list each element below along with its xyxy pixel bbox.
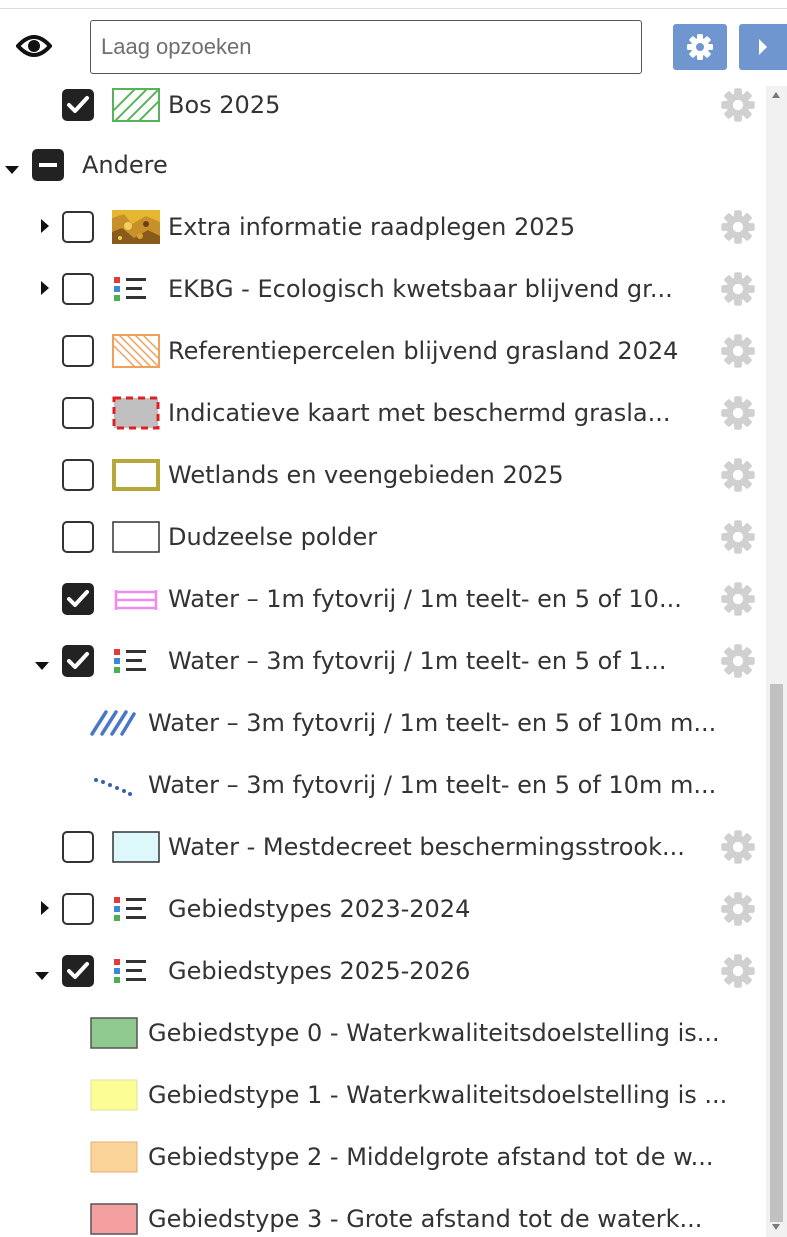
- layer-label: Andere: [82, 151, 168, 179]
- settings-button[interactable]: [673, 24, 727, 70]
- fill-yellow-icon: [90, 1078, 138, 1116]
- layer-row[interactable]: Bos 2025: [0, 74, 766, 136]
- checkbox-checked[interactable]: [62, 583, 94, 615]
- layer-row[interactable]: EKBG - Ecologisch kwetsbaar blijvend gr.…: [0, 258, 766, 320]
- search-input[interactable]: [90, 20, 642, 74]
- layer-row[interactable]: Andere: [0, 134, 766, 196]
- caret-down-icon[interactable]: [34, 656, 50, 675]
- layer-label: Extra informatie raadplegen 2025: [168, 213, 576, 241]
- layer-row[interactable]: Water - Mestdecreet beschermingsstrook..…: [0, 816, 766, 878]
- light-cyan-fill-icon: [112, 830, 160, 868]
- gear-icon[interactable]: [720, 643, 756, 679]
- fill-orange-icon: [90, 1140, 138, 1178]
- checkbox[interactable]: [62, 397, 94, 429]
- dashed-red-grey-icon: [112, 396, 160, 434]
- layer-row[interactable]: Dudzeelse polder: [0, 506, 766, 568]
- legend-list-icon: [112, 892, 160, 930]
- gear-icon[interactable]: [720, 209, 756, 245]
- checkbox[interactable]: [62, 521, 94, 553]
- layer-label: Water – 3m fytovrij / 1m teelt- en 5 of …: [168, 647, 667, 675]
- caret-right-icon[interactable]: [40, 900, 50, 920]
- legend-list-icon: [112, 954, 160, 992]
- layer-label: Indicatieve kaart met beschermd grasla..…: [168, 399, 671, 427]
- scroll-down-icon[interactable]: [772, 1224, 780, 1230]
- checkbox[interactable]: [62, 893, 94, 925]
- layer-label: Gebiedstype 0 - Waterkwaliteitsdoelstell…: [148, 1019, 720, 1047]
- chevron-right-icon: [759, 39, 767, 55]
- checkbox-indeterminate[interactable]: [32, 149, 64, 181]
- layer-label: Gebiedstypes 2025-2026: [168, 957, 471, 985]
- layer-row[interactable]: Water – 1m fytovrij / 1m teelt- en 5 of …: [0, 568, 766, 630]
- layer-label: Gebiedstype 3 - Grote afstand tot de wat…: [148, 1205, 703, 1233]
- gear-icon[interactable]: [720, 581, 756, 617]
- layer-row[interactable]: Gebiedstype 2 - Middelgrote afstand tot …: [0, 1126, 766, 1188]
- legend-list-icon: [112, 644, 160, 682]
- layer-label: Water - Mestdecreet beschermingsstrook..…: [168, 833, 685, 861]
- layer-row[interactable]: Water – 3m fytovrij / 1m teelt- en 5 of …: [0, 692, 766, 754]
- checkbox[interactable]: [62, 831, 94, 863]
- pink-lines-icon: [112, 582, 160, 620]
- hatch-orange-icon: [112, 334, 160, 372]
- layer-label: Wetlands en veengebieden 2025: [168, 461, 564, 489]
- layer-row[interactable]: Water – 3m fytovrij / 1m teelt- en 5 of …: [0, 754, 766, 816]
- layer-row[interactable]: Gebiedstype 1 - Waterkwaliteitsdoelstell…: [0, 1064, 766, 1126]
- hatch-green-icon: [112, 88, 160, 126]
- layer-label: Water – 3m fytovrij / 1m teelt- en 5 of …: [148, 709, 717, 737]
- scroll-up-icon[interactable]: [772, 92, 780, 98]
- gear-icon[interactable]: [720, 519, 756, 555]
- layer-row[interactable]: Gebiedstype 3 - Grote afstand tot de wat…: [0, 1188, 766, 1237]
- gear-icon[interactable]: [720, 891, 756, 927]
- layer-label: Gebiedstype 2 - Middelgrote afstand tot …: [148, 1143, 714, 1171]
- legend-list-icon: [112, 272, 160, 310]
- layer-row[interactable]: Gebiedstypes 2025-2026: [0, 940, 766, 1002]
- layer-label: Bos 2025: [168, 91, 281, 119]
- layer-label: Referentiepercelen blijvend grasland 202…: [168, 337, 679, 365]
- checkbox[interactable]: [62, 459, 94, 491]
- black-outline-icon: [112, 520, 160, 558]
- checkbox[interactable]: [62, 273, 94, 305]
- fill-red-icon: [90, 1202, 138, 1237]
- caret-right-icon[interactable]: [40, 280, 50, 300]
- layer-label: Water – 3m fytovrij / 1m teelt- en 5 of …: [148, 771, 717, 799]
- caret-down-icon[interactable]: [4, 160, 20, 179]
- gear-icon[interactable]: [720, 333, 756, 369]
- layer-row[interactable]: Wetlands en veengebieden 2025: [0, 444, 766, 506]
- blue-dotted-line-icon: [88, 768, 136, 806]
- checkbox[interactable]: [62, 211, 94, 243]
- gear-icon[interactable]: [720, 953, 756, 989]
- gear-icon[interactable]: [720, 395, 756, 431]
- checkbox[interactable]: [62, 335, 94, 367]
- olive-outline-icon: [112, 458, 160, 496]
- checkbox-checked[interactable]: [62, 645, 94, 677]
- blue-diagonal-hatch-icon: [88, 706, 136, 744]
- eye-icon[interactable]: [15, 30, 53, 62]
- layer-row[interactable]: Indicatieve kaart met beschermd grasla..…: [0, 382, 766, 444]
- caret-down-icon[interactable]: [34, 966, 50, 985]
- layer-tree: Bos 2025 Andere Extra informatie raadple…: [0, 74, 766, 1237]
- gear-icon: [687, 34, 713, 60]
- gear-icon[interactable]: [720, 87, 756, 123]
- layer-row[interactable]: Extra informatie raadplegen 2025: [0, 196, 766, 258]
- layer-label: Gebiedstype 1 - Waterkwaliteitsdoelstell…: [148, 1081, 728, 1109]
- caret-right-icon[interactable]: [40, 218, 50, 238]
- layer-row[interactable]: Referentiepercelen blijvend grasland 202…: [0, 320, 766, 382]
- gear-icon[interactable]: [720, 457, 756, 493]
- expand-panel-button[interactable]: [739, 24, 787, 70]
- fill-green-icon: [90, 1016, 138, 1054]
- layer-row[interactable]: Gebiedstype 0 - Waterkwaliteitsdoelstell…: [0, 1002, 766, 1064]
- top-divider: [0, 8, 787, 9]
- layer-row[interactable]: Water – 3m fytovrij / 1m teelt- en 5 of …: [0, 630, 766, 692]
- layer-label: Dudzeelse polder: [168, 523, 378, 551]
- raster-thumbnail-icon: [112, 210, 160, 248]
- layer-label: Water – 1m fytovrij / 1m teelt- en 5 of …: [168, 585, 682, 613]
- layer-row[interactable]: Gebiedstypes 2023-2024: [0, 878, 766, 940]
- gear-icon[interactable]: [720, 829, 756, 865]
- checkbox-checked[interactable]: [62, 955, 94, 987]
- layer-label: EKBG - Ecologisch kwetsbaar blijvend gr.…: [168, 275, 673, 303]
- layer-label: Gebiedstypes 2023-2024: [168, 895, 471, 923]
- checkbox-checked[interactable]: [62, 89, 94, 121]
- scrollbar-thumb[interactable]: [770, 684, 783, 1222]
- gear-icon[interactable]: [720, 271, 756, 307]
- scrollbar[interactable]: [766, 86, 787, 1237]
